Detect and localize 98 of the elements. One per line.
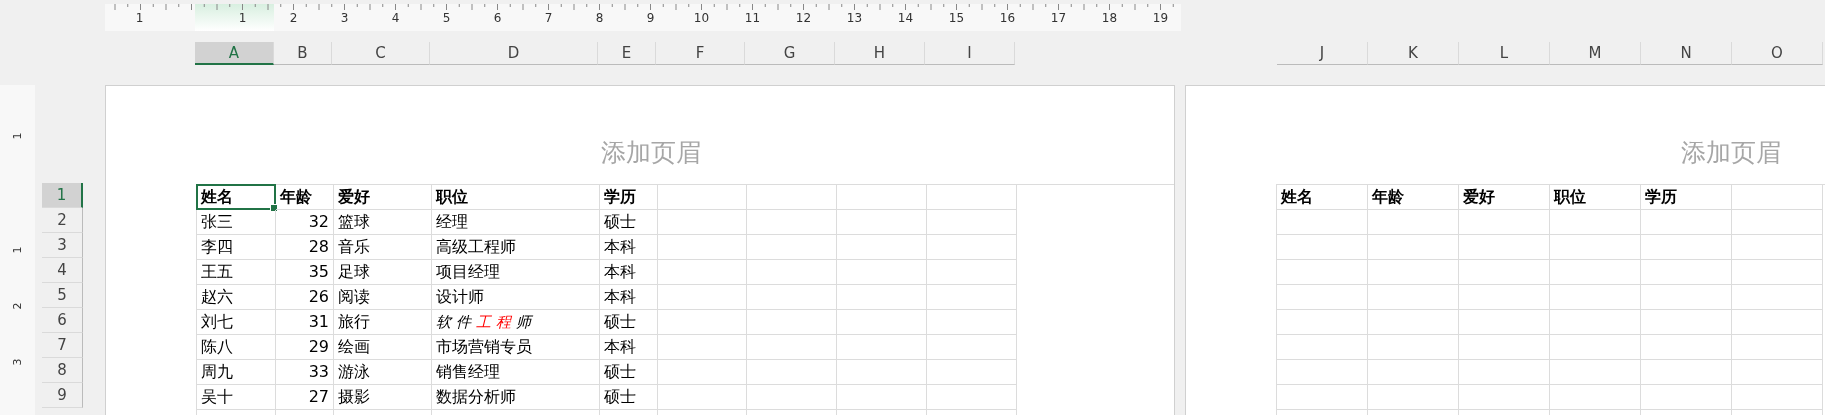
column-header[interactable]: J bbox=[1277, 42, 1368, 65]
table-cell: 经理 bbox=[432, 210, 600, 235]
table-cell: 26 bbox=[276, 285, 334, 310]
row-header[interactable]: 8 bbox=[42, 358, 83, 383]
table-cell: 29 bbox=[276, 335, 334, 360]
row-header[interactable]: 6 bbox=[42, 308, 83, 333]
header-cell: 爱好 bbox=[1459, 185, 1550, 210]
ruler-number: 1 bbox=[10, 246, 25, 254]
column-header[interactable]: O bbox=[1732, 42, 1823, 65]
header-cell: 学历 bbox=[600, 185, 658, 210]
ruler-number: 4 bbox=[390, 10, 401, 25]
table-cell: 硕士 bbox=[600, 310, 658, 335]
header-cell: 年龄 bbox=[276, 185, 334, 210]
ruler-number: 1 bbox=[237, 10, 248, 25]
column-header[interactable]: M bbox=[1550, 42, 1641, 65]
table-cell: 35 bbox=[276, 260, 334, 285]
table-cell: 周九 bbox=[197, 360, 276, 385]
table-cell: 音乐 bbox=[334, 235, 432, 260]
row-header[interactable]: 5 bbox=[42, 283, 83, 308]
ruler-number: 9 bbox=[645, 10, 656, 25]
table-cell: 赵六 bbox=[197, 285, 276, 310]
row-header[interactable]: 3 bbox=[42, 233, 83, 258]
column-header[interactable]: A bbox=[195, 42, 274, 65]
row-header[interactable]: 7 bbox=[42, 333, 83, 358]
table-cell: 吴十 bbox=[197, 385, 276, 410]
table-cell: 高级工程师 bbox=[432, 235, 600, 260]
row-header[interactable]: 2 bbox=[42, 208, 83, 233]
table-cell: 篮球 bbox=[334, 210, 432, 235]
ruler-number: 1 bbox=[10, 132, 25, 140]
table-cell: 王五 bbox=[197, 260, 276, 285]
ruler-number: 14 bbox=[896, 10, 915, 25]
ruler-number: 3 bbox=[10, 358, 25, 366]
table-cell: 本科 bbox=[600, 235, 658, 260]
header-cell: 爱好 bbox=[334, 185, 432, 210]
ruler-number: 2 bbox=[288, 10, 299, 25]
table-cell: 31 bbox=[276, 310, 334, 335]
table-cell: 游泳 bbox=[334, 360, 432, 385]
table-cell: 市场营销专员 bbox=[432, 335, 600, 360]
row-header[interactable]: 9 bbox=[42, 383, 83, 408]
ruler-number: 1 bbox=[134, 10, 145, 25]
table-cell: 硕士 bbox=[600, 210, 658, 235]
row-header[interactable]: 1 bbox=[42, 183, 83, 208]
table-cell: 28 bbox=[276, 235, 334, 260]
ruler-number: 2 bbox=[10, 302, 25, 310]
column-header[interactable]: C bbox=[332, 42, 430, 65]
table-cell: 本科 bbox=[600, 335, 658, 360]
ruler-number: 10 bbox=[692, 10, 711, 25]
table-cell: 本科 bbox=[600, 260, 658, 285]
table-cell: 旅行 bbox=[334, 310, 432, 335]
header-cell: 姓名 bbox=[1277, 185, 1368, 210]
ruler-number: 18 bbox=[1100, 10, 1119, 25]
header-cell: 职位 bbox=[1550, 185, 1641, 210]
column-header[interactable]: L bbox=[1459, 42, 1550, 65]
ruler-number: 13 bbox=[845, 10, 864, 25]
table-cell: 硕士 bbox=[600, 360, 658, 385]
table-cell: 设计师 bbox=[432, 285, 600, 310]
header-cell: 年龄 bbox=[1368, 185, 1459, 210]
ruler-number: 8 bbox=[594, 10, 605, 25]
column-header[interactable]: G bbox=[745, 42, 835, 65]
column-header[interactable]: B bbox=[274, 42, 332, 65]
ruler-number: 12 bbox=[794, 10, 813, 25]
header-cell: 姓名 bbox=[197, 185, 276, 210]
ruler-number: 19 bbox=[1151, 10, 1170, 25]
table-cell: 本科 bbox=[600, 285, 658, 310]
column-header[interactable]: N bbox=[1641, 42, 1732, 65]
ruler-number: 6 bbox=[492, 10, 503, 25]
column-header[interactable]: I bbox=[925, 42, 1015, 65]
column-header[interactable]: D bbox=[430, 42, 598, 65]
table-cell: 硕士 bbox=[600, 385, 658, 410]
table-cell: 李四 bbox=[197, 235, 276, 260]
header-cell: 职位 bbox=[432, 185, 600, 210]
table-cell: 摄影 bbox=[334, 385, 432, 410]
ruler-number: 15 bbox=[947, 10, 966, 25]
ruler-number: 7 bbox=[543, 10, 554, 25]
table-cell: 阅读 bbox=[334, 285, 432, 310]
header-cell: 学历 bbox=[1641, 185, 1732, 210]
table-cell: 33 bbox=[276, 360, 334, 385]
ruler-number: 11 bbox=[743, 10, 762, 25]
column-header[interactable]: K bbox=[1368, 42, 1459, 65]
table-cell: 27 bbox=[276, 385, 334, 410]
table-cell: 绘画 bbox=[334, 335, 432, 360]
ruler-number: 17 bbox=[1049, 10, 1068, 25]
table-cell: 数据分析师 bbox=[432, 385, 600, 410]
table-cell: 足球 bbox=[334, 260, 432, 285]
ruler-number: 3 bbox=[339, 10, 350, 25]
table-cell: 项目经理 bbox=[432, 260, 600, 285]
table-cell: 张三 bbox=[197, 210, 276, 235]
table-cell: 销售经理 bbox=[432, 360, 600, 385]
column-header[interactable]: E bbox=[598, 42, 656, 65]
table-cell: 软件 工程 师 bbox=[432, 310, 600, 335]
column-header[interactable]: H bbox=[835, 42, 925, 65]
table-cell: 32 bbox=[276, 210, 334, 235]
row-header[interactable]: 4 bbox=[42, 258, 83, 283]
ruler-number: 5 bbox=[441, 10, 452, 25]
ruler-number: 16 bbox=[998, 10, 1017, 25]
table-cell: 刘七 bbox=[197, 310, 276, 335]
table-cell: 陈八 bbox=[197, 335, 276, 360]
column-header[interactable]: F bbox=[656, 42, 745, 65]
